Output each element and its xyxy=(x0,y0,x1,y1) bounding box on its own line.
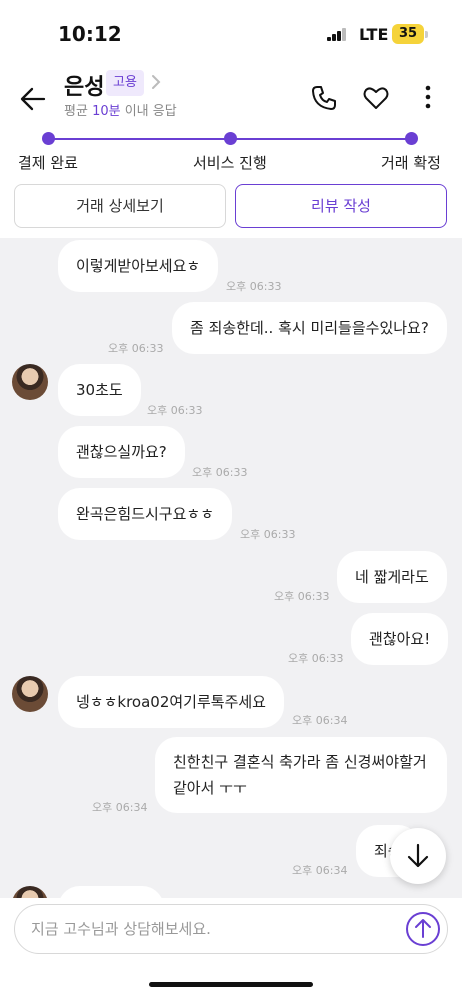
heart-icon[interactable] xyxy=(362,84,390,112)
partner-name[interactable]: 은성 xyxy=(64,69,104,101)
status-bar: 10:12 LTE 35 xyxy=(0,0,462,66)
message-time: 오후 06:33 xyxy=(288,652,344,665)
battery-icon: 35 xyxy=(392,24,424,44)
partner-avatar[interactable] xyxy=(12,886,48,898)
hire-badge: 고용 xyxy=(106,70,144,96)
message-time: 오후 06:33 xyxy=(147,404,203,417)
message-time: 오후 06:33 xyxy=(108,342,164,355)
message-bubble-received: 30초도 xyxy=(58,364,141,416)
phone-icon[interactable] xyxy=(310,84,338,112)
message-bubble-received: 이렇게받아보세요ㅎ xyxy=(58,240,219,292)
progress-dot-1 xyxy=(42,132,55,145)
message-time: 오후 06:34 xyxy=(292,714,348,727)
message-input[interactable] xyxy=(31,905,401,953)
message-bubble-received: 넹ㅎㅎkroa02여기루톡주세요 xyxy=(58,676,284,728)
step-service-in-progress: 서비스 진행 xyxy=(193,154,267,172)
write-review-button[interactable]: 리뷰 작성 xyxy=(235,184,447,228)
message-bubble-received: 괜찮으실까요? xyxy=(58,426,185,478)
message-time: 오후 06:33 xyxy=(274,590,330,603)
chat-header: 은성 고용 평균 10분 이내 응답 xyxy=(0,66,462,128)
message-time: 오후 06:34 xyxy=(92,801,148,814)
signal-icon xyxy=(327,27,349,41)
chevron-right-icon[interactable] xyxy=(150,73,162,91)
progress-dot-2 xyxy=(224,132,237,145)
network-type: LTE xyxy=(359,25,389,44)
message-bubble-sent: 좀 죄송한데.. 혹시 미리들을수있나요? xyxy=(172,302,447,354)
send-arrow-icon[interactable] xyxy=(405,911,441,947)
message-time: 오후 06:34 xyxy=(292,864,348,877)
status-time: 10:12 xyxy=(58,22,122,46)
battery-level: 35 xyxy=(398,26,418,41)
response-highlight: 10분 xyxy=(92,104,121,119)
more-vertical-icon[interactable] xyxy=(418,82,438,112)
response-prefix: 평균 xyxy=(64,104,93,119)
message-time: 오후 06:33 xyxy=(226,280,282,293)
deal-detail-button[interactable]: 거래 상세보기 xyxy=(14,184,226,228)
back-arrow-icon[interactable] xyxy=(18,84,48,114)
message-composer xyxy=(0,898,462,1000)
response-suffix: 이내 응답 xyxy=(120,104,177,119)
message-bubble-sent: 친한친구 결혼식 축가라 좀 신경써야할거 같아서 ㅜㅜ xyxy=(155,737,447,813)
progress-dot-3 xyxy=(405,132,418,145)
message-bubble-sent: 괜찮아요! xyxy=(351,613,449,665)
partner-avatar[interactable] xyxy=(12,676,48,712)
step-deal-confirmed: 거래 확정 xyxy=(381,154,441,172)
message-input-box[interactable] xyxy=(14,904,448,954)
chat-area[interactable]: 이렇게받아보세요ㅎ 오후 06:33 좀 죄송한데.. 혹시 미리들을수있나요?… xyxy=(0,238,462,898)
response-time: 평균 10분 이내 응답 xyxy=(64,100,177,119)
message-bubble-sent: 네 짧게라도 xyxy=(337,551,447,603)
message-time: 오후 06:33 xyxy=(240,528,296,541)
partner-avatar[interactable] xyxy=(12,364,48,400)
arrow-down-icon xyxy=(407,843,429,868)
message-bubble-received: 완곡은힘드시구요ㅎㅎ xyxy=(58,488,233,540)
message-bubble-received xyxy=(58,886,164,898)
step-payment-complete: 결제 완료 xyxy=(18,154,78,172)
scroll-to-bottom-button[interactable] xyxy=(390,828,446,884)
battery-cap xyxy=(425,31,428,38)
home-indicator xyxy=(149,982,313,987)
deal-progress: 결제 완료 서비스 진행 거래 확정 xyxy=(0,128,462,178)
message-time: 오후 06:33 xyxy=(192,466,248,479)
